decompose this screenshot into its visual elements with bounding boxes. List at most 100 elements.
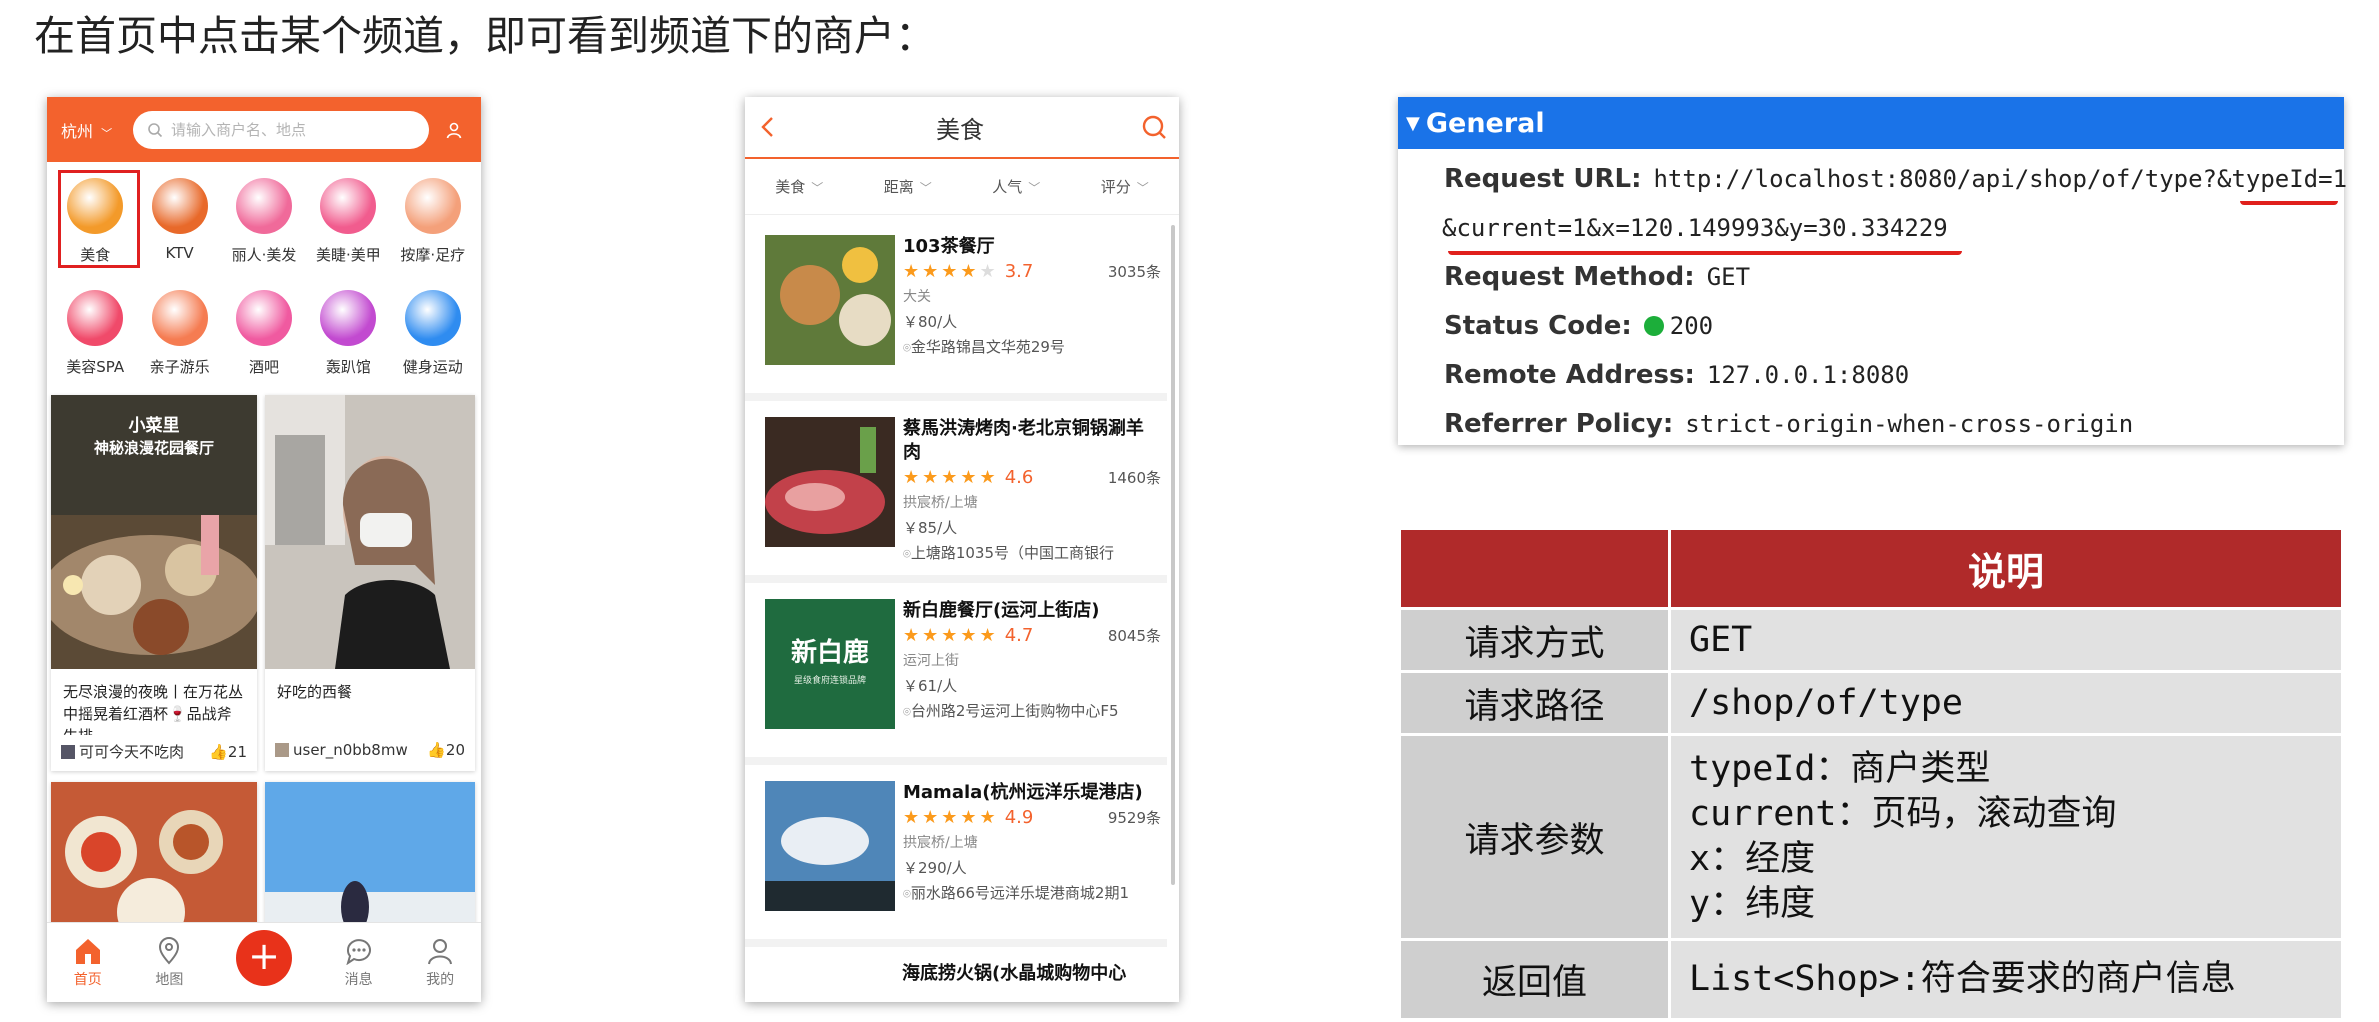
dinner-photo: 小菜里 神秘浪漫花园餐厅 [47, 395, 261, 669]
shop-address: ⌾金华路锦昌文华苑29号 [903, 335, 1161, 361]
shop-list-item[interactable]: 蔡馬洪涛烤肉·老北京铜锅涮羊肉 ★★★★★ 4.6 1460条 拱宸桥/上塘 ￥85/人 ⌾… [745, 401, 1167, 583]
tab-map[interactable]: 地图 [154, 936, 184, 989]
filter-bar: 美食 ﹀ 距离 ﹀ 人气 ﹀ 评分 ﹀ [745, 159, 1179, 215]
category-item[interactable]: 美睫·美甲 [306, 170, 390, 282]
parent-child-icon [151, 290, 208, 346]
shop-list-item[interactable]: 103茶餐厅 ★★★★★ 3.7 3035条 大关 ￥80/人 ⌾金华路锦昌文华苑29号 [745, 219, 1167, 401]
scrollbar[interactable] [1171, 225, 1175, 885]
nail-icon [320, 178, 377, 234]
like-button[interactable]: 👍21 [209, 743, 247, 761]
back-arrow-icon[interactable] [757, 115, 779, 139]
filter-dropdown[interactable]: 评分 ﹀ [1101, 176, 1149, 197]
rating: ★★★★★ 3.7 [903, 259, 1033, 285]
page-heading: 在首页中点击某个频道，即可看到频道下的商户： [34, 12, 936, 60]
cocktail-icon [235, 290, 292, 346]
table-row: 请求方式 GET [1398, 607, 2344, 673]
feed-card[interactable] [265, 782, 475, 942]
shop-rating-row: ★★★★★ 3.7 3035条 [903, 259, 1161, 285]
tab-mine[interactable]: 我的 [425, 937, 455, 989]
search-icon[interactable] [1141, 114, 1167, 140]
like-button[interactable]: 👍20 [427, 741, 465, 759]
category-item[interactable]: 按摩·足疗 [391, 170, 475, 282]
shop-area: 拱宸桥/上塘 [903, 835, 978, 851]
section-title: General [1425, 107, 1545, 139]
search-input[interactable]: 请输入商户名、地点 [133, 110, 429, 149]
shop-address: ⌾台州路2号运河上街购物中心F5 [903, 699, 1161, 725]
row-value: /shop/of/type [1668, 670, 2344, 736]
review-count: 9529条 [1107, 808, 1161, 827]
home-header: 杭州 ﹀ 请输入商户名、地点 [47, 97, 481, 162]
category-item[interactable]: 轰趴馆 [306, 282, 390, 394]
shop-list-item[interactable]: 新白鹿 星级食府连锁品牌 新白鹿餐厅(运河上街店) ★★★★★ 4.7 8045条 运河上街… [745, 583, 1167, 765]
table-row: 返回值 List<Shop>:符合要求的商户信息 [1398, 938, 2344, 1021]
highlight-underline [2240, 197, 2338, 205]
shop-area: 拱宸桥/上塘 [903, 495, 978, 511]
location-icon: ⌾ [903, 887, 911, 902]
status-code-row: Status Code: 200 [1444, 302, 2344, 351]
message-icon [345, 938, 371, 965]
general-section-header[interactable]: ▼ General [1398, 97, 2344, 149]
thumb-up-icon: 👍 [427, 741, 446, 759]
category-label: 美容SPA [66, 358, 125, 376]
card-description: 无尽浪漫的夜晚丨在万花丛中摇晃着红酒杯🍷品战斧牛排 [63, 683, 244, 735]
tab-publish[interactable]: + [235, 929, 292, 986]
category-label: 酒吧 [248, 358, 279, 376]
home-icon [75, 938, 100, 964]
feed-card[interactable]: 好吃的西餐 user_n0bb8mw 👍20 [265, 395, 475, 771]
category-item[interactable]: 丽人·美发 [222, 170, 306, 282]
dumbbell-icon [404, 290, 461, 346]
row-key: 请求方式 [1398, 607, 1671, 673]
feed-card[interactable]: 小菜里 神秘浪漫花园餐厅 无尽浪漫的夜晚丨在万花丛中摇晃着红酒杯🍷品战斧牛排 可… [47, 395, 261, 771]
star-icons: ★★★★★ [903, 807, 999, 828]
city-selector[interactable]: 杭州 ﹀ [61, 118, 121, 142]
card-author[interactable]: user_n0bb8mw [275, 741, 408, 759]
filter-label: 人气 [992, 178, 1023, 196]
rating: ★★★★★ 4.6 [903, 465, 1033, 491]
category-label: 健身运动 [402, 358, 463, 376]
shop-address: ⌾上塘路1035号（中国工商银行 [903, 541, 1161, 567]
request-url-value-1: http://localhost:8080/api/shop/of/type?&… [1653, 165, 2348, 193]
map-pin-icon [159, 936, 180, 964]
category-item[interactable]: 美食 [53, 170, 141, 282]
tab-label: 首页 [73, 971, 102, 988]
filter-dropdown[interactable]: 人气 ﹀ [992, 176, 1040, 197]
param-line: current：页码，滚动查询 [1689, 794, 2117, 834]
search-placeholder: 请输入商户名、地点 [171, 121, 307, 139]
author-name: 可可今天不吃肉 [79, 743, 185, 761]
search-icon [148, 122, 163, 137]
category-item[interactable]: 酒吧 [222, 282, 306, 394]
category-item[interactable]: 美容SPA [53, 282, 137, 394]
category-item[interactable]: KTV [137, 170, 221, 282]
shop-list-item[interactable]: Mamala(杭州远洋乐堤港店) ★★★★★ 4.9 9529条 拱宸桥/上塘 ￥290/… [745, 765, 1167, 947]
tab-label: 我的 [426, 971, 455, 988]
row-key: 返回值 [1398, 938, 1671, 1021]
category-item[interactable]: 亲子游乐 [137, 282, 221, 394]
category-item[interactable]: 健身运动 [391, 282, 475, 394]
feed-card[interactable] [51, 782, 257, 946]
filter-label: 距离 [883, 178, 914, 196]
row-value: GET [1668, 607, 2344, 673]
card-meta: user_n0bb8mw 👍20 [265, 735, 475, 765]
review-count: 3035条 [1107, 262, 1161, 281]
row-value: List<Shop>:符合要求的商户信息 [1668, 938, 2344, 1021]
param-line: y：纬度 [1689, 884, 1816, 924]
filter-dropdown[interactable]: 距离 ﹀ [884, 176, 932, 197]
card-image-title-2: 神秘浪漫花园餐厅 [94, 439, 214, 457]
shop-price: ￥85/人 [903, 519, 958, 537]
card-author[interactable]: 可可今天不吃肉 [61, 741, 184, 762]
shop-name: Mamala(杭州远洋乐堤港店) [903, 782, 1143, 803]
filter-dropdown[interactable]: 美食 ﹀ [775, 176, 823, 197]
status-code-value: 200 [1669, 312, 1714, 340]
like-count: 21 [227, 742, 247, 761]
foot-icon [404, 178, 461, 234]
shop-price: ￥61/人 [903, 677, 958, 695]
referrer-policy-value: strict-origin-when-cross-origin [1685, 410, 2134, 438]
tab-messages[interactable]: 消息 [344, 937, 374, 989]
general-body: Request URL: http://localhost:8080/api/sh… [1398, 149, 2348, 449]
referrer-policy-label: Referrer Policy: [1444, 409, 1674, 439]
user-button[interactable] [441, 121, 467, 139]
tab-home[interactable]: 首页 [73, 937, 103, 989]
shop-name: 蔡馬洪涛烤肉·老北京铜锅涮羊肉 [903, 418, 1144, 463]
filter-label: 美食 [775, 178, 806, 196]
param-line: typeId：商户类型 [1689, 749, 1991, 789]
